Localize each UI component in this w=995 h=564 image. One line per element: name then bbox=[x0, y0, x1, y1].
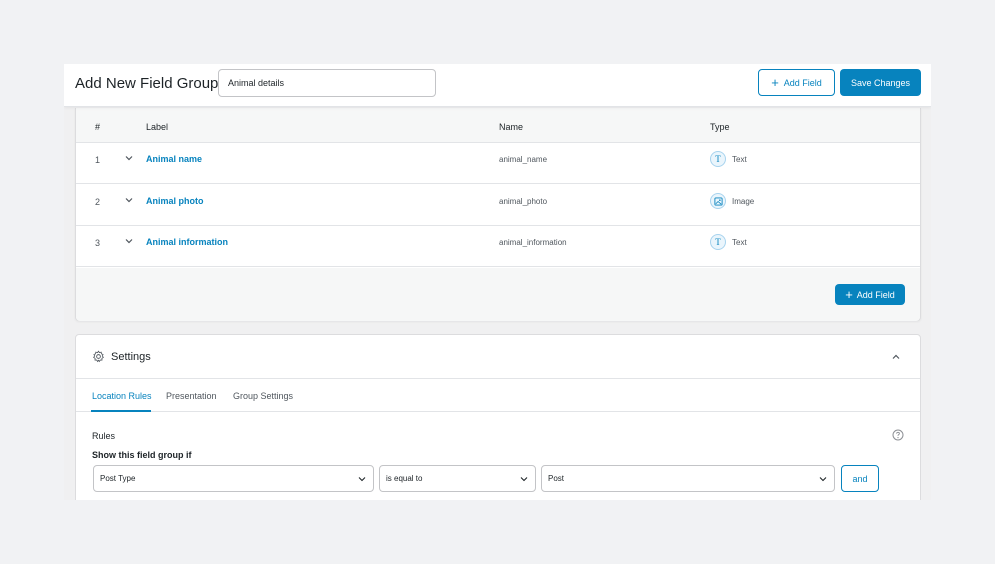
chevron-down-icon bbox=[819, 476, 827, 481]
table-row[interactable]: 3 Animal information animal_information … bbox=[76, 226, 920, 267]
rule-operator-select[interactable]: is equal to bbox=[379, 465, 536, 492]
help-icon[interactable] bbox=[892, 429, 904, 441]
row-number: 3 bbox=[95, 238, 101, 248]
tab-group-settings[interactable]: Group Settings bbox=[233, 391, 293, 401]
header-bar: Add New Field Group + Add Field Save Cha… bbox=[64, 64, 931, 107]
column-header-name: Name bbox=[499, 122, 524, 132]
chevron-down-icon[interactable] bbox=[123, 235, 135, 247]
field-type-label: Image bbox=[732, 196, 755, 206]
fields-footer: + Add Field bbox=[76, 268, 920, 321]
field-type-label: Text bbox=[732, 154, 747, 164]
add-field-button-bottom[interactable]: + Add Field bbox=[835, 284, 905, 305]
save-changes-button[interactable]: Save Changes bbox=[840, 69, 921, 96]
chevron-down-icon bbox=[520, 476, 528, 481]
rule-operator-value: is equal to bbox=[386, 474, 423, 483]
rule-value-select[interactable]: Post bbox=[541, 465, 835, 492]
chevron-up-icon[interactable] bbox=[890, 351, 902, 363]
and-button[interactable]: and bbox=[841, 465, 879, 492]
rule-param-select[interactable]: Post Type bbox=[93, 465, 374, 492]
table-row[interactable]: 2 Animal photo animal_photo Image bbox=[76, 185, 920, 226]
field-name: animal_photo bbox=[499, 197, 548, 206]
tab-location-rules[interactable]: Location Rules bbox=[92, 391, 152, 401]
image-icon bbox=[710, 193, 726, 209]
field-type: T Text bbox=[710, 151, 747, 167]
field-label-link[interactable]: Animal name bbox=[146, 154, 202, 164]
field-group-title-input[interactable] bbox=[218, 69, 436, 97]
tab-presentation[interactable]: Presentation bbox=[166, 391, 217, 401]
settings-header[interactable]: Settings bbox=[76, 335, 920, 379]
settings-tabs: Location Rules Presentation Group Settin… bbox=[76, 379, 920, 412]
fields-table-header: # Label Name Type bbox=[76, 108, 920, 143]
field-type: T Text bbox=[710, 234, 747, 250]
column-header-label: Label bbox=[146, 122, 169, 132]
gear-icon bbox=[93, 350, 104, 363]
chevron-down-icon[interactable] bbox=[123, 152, 135, 164]
plus-icon: + bbox=[845, 287, 853, 302]
chevron-down-icon[interactable] bbox=[123, 194, 135, 206]
table-row[interactable]: 1 Animal name animal_name T Text bbox=[76, 143, 920, 184]
field-label-link[interactable]: Animal information bbox=[146, 237, 228, 247]
rule-value-value: Post bbox=[548, 474, 565, 483]
row-number: 1 bbox=[95, 155, 101, 165]
add-field-button-label: Add Field bbox=[783, 77, 822, 88]
rules-label: Rules bbox=[92, 431, 116, 441]
field-name: animal_name bbox=[499, 155, 548, 164]
chevron-down-icon bbox=[358, 476, 366, 481]
fields-card: # Label Name Type 1 Animal name animal_n… bbox=[75, 108, 921, 321]
settings-card: Settings Location Rules Presentation Gro… bbox=[75, 334, 921, 500]
text-icon: T bbox=[710, 234, 726, 250]
editor-frame: Add New Field Group + Add Field Save Cha… bbox=[64, 64, 931, 500]
show-if-label: Show this field group if bbox=[92, 450, 192, 460]
add-field-button[interactable]: + Add Field bbox=[758, 69, 835, 96]
rule-param-value: Post Type bbox=[100, 474, 136, 483]
settings-title: Settings bbox=[111, 351, 151, 363]
add-field-button-bottom-label: Add Field bbox=[856, 289, 895, 300]
field-label-link[interactable]: Animal photo bbox=[146, 196, 204, 206]
active-tab-indicator bbox=[91, 410, 151, 412]
column-header-number: # bbox=[95, 122, 101, 132]
field-type: Image bbox=[710, 193, 754, 209]
field-name: animal_information bbox=[499, 238, 567, 247]
row-number: 2 bbox=[95, 197, 101, 207]
text-icon: T bbox=[710, 151, 726, 167]
plus-icon: + bbox=[771, 75, 779, 90]
page-title: Add New Field Group bbox=[75, 75, 219, 92]
column-header-type: Type bbox=[710, 122, 730, 132]
field-type-label: Text bbox=[732, 237, 747, 247]
